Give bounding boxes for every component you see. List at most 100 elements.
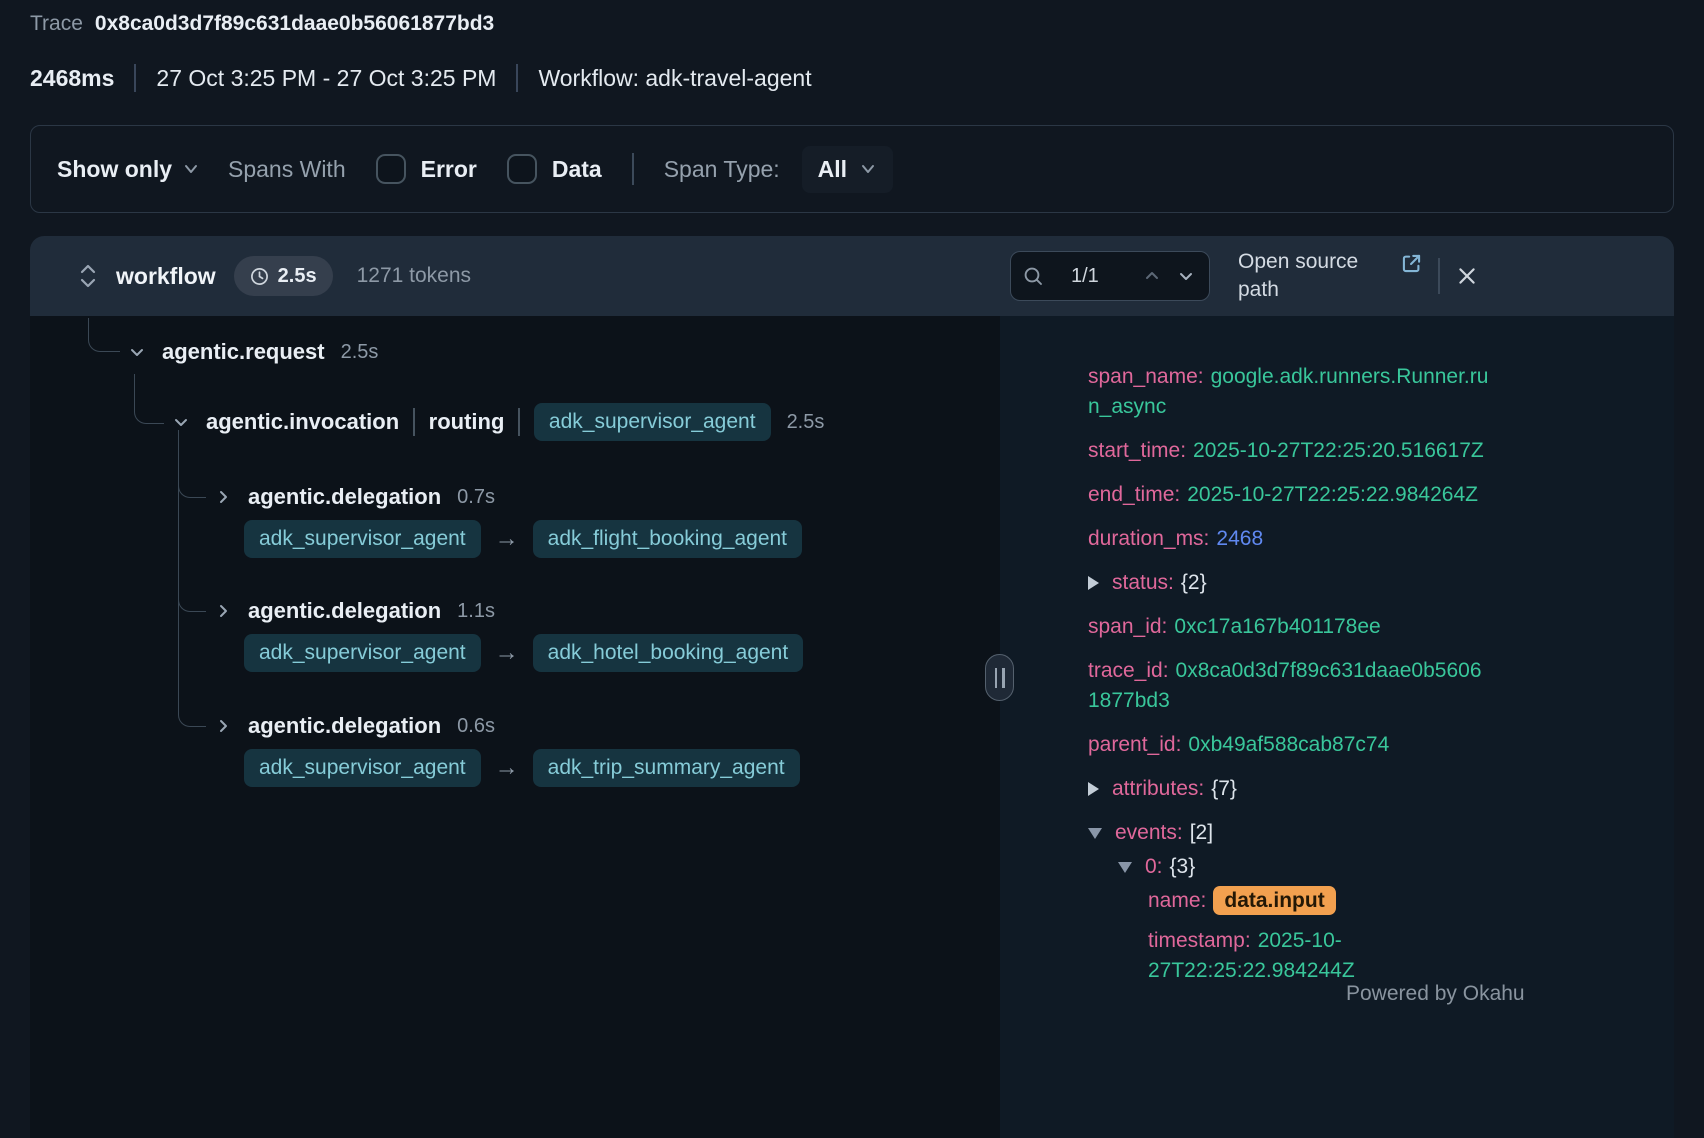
expanded-triangle-icon[interactable] [1088,828,1102,839]
token-count: 1271 tokens [357,264,471,288]
tree-connector [134,374,164,424]
span-name: agentic.invocation [206,409,399,435]
span-name: agentic.delegation [248,598,441,624]
divider [518,408,520,436]
close-panel-button[interactable] [1456,265,1478,287]
collapsed-triangle-icon[interactable] [1088,576,1099,590]
span-type-select[interactable]: All [802,146,893,193]
caret-right-icon[interactable] [212,600,234,622]
clock-icon [250,267,269,286]
detail-field-parent-id: parent_id: 0xb49af588cab87c74 [1088,730,1490,760]
search-prev-button[interactable] [1141,265,1163,287]
error-checkbox[interactable]: Error [376,154,477,184]
sort-icon[interactable] [78,262,98,290]
show-only-label: Show only [57,156,172,183]
filter-bar: Show only Spans With Error Data Span Typ… [30,125,1674,213]
field-value: 2025-10-27T22:25:20.516617Z [1193,439,1484,462]
trace-meta: 2468ms 27 Oct 3:25 PM - 27 Oct 3:25 PM W… [30,64,812,92]
span-row-agentic-delegation-2[interactable]: agentic.delegation 1.1s [212,590,495,632]
collapsed-triangle-icon[interactable] [1088,782,1099,796]
detail-field-start-time: start_time:2025-10-27T22:25:20.516617Z [1088,436,1490,466]
data-checkbox[interactable]: Data [507,154,602,184]
field-key: parent_id: [1088,733,1181,756]
field-value: 2025-10-27T22:25:22.984264Z [1187,483,1478,506]
trace-label: Trace [30,12,83,36]
detail-field-span-id: span_id: 0xc17a167b401178ee [1088,612,1490,642]
span-row-agentic-delegation-3[interactable]: agentic.delegation 0.6s [212,705,495,747]
detail-field-duration-ms: duration_ms:2468 [1088,524,1490,554]
agent-chip: adk_supervisor_agent [534,403,771,441]
detail-field-events: events: [2] 0:{3} name: data.input timesta… [1088,818,1490,986]
detail-field-span-name: span_name:google.adk.runners.Runner.run_… [1088,362,1490,422]
caret-right-icon[interactable] [212,486,234,508]
span-tree: agentic.request 2.5s agentic.invocation … [30,316,1000,1138]
field-key: duration_ms: [1088,527,1209,550]
delegation-agents-1[interactable]: adk_supervisor_agent → adk_flight_bookin… [244,518,802,560]
field-value: {7} [1211,777,1237,800]
field-key: span_id: [1088,615,1167,638]
span-duration: 0.6s [457,715,495,738]
field-key: end_time: [1088,483,1180,506]
workflow-header: workflow 2.5s 1271 tokens [30,256,1000,296]
arrow-right-icon: → [495,639,519,667]
detail-field-event-timestamp: timestamp:2025-10-27T22:25:22.984244Z [1148,926,1490,986]
field-key: span_name: [1088,365,1204,388]
caret-down-icon[interactable] [170,411,192,433]
detail-field-attributes: attributes: {7} [1088,774,1490,804]
expanded-triangle-icon[interactable] [1118,862,1132,873]
search-next-button[interactable] [1175,265,1197,287]
span-duration: 2.5s [787,411,825,434]
trace-panel-body: agentic.request 2.5s agentic.invocation … [30,316,1674,1138]
checkbox-box[interactable] [376,154,406,184]
open-source-path-link[interactable]: Open source path [1238,248,1434,305]
event-0-header: 0:{3} [1118,852,1490,882]
field-key: 0: [1145,855,1163,878]
delegation-agents-3[interactable]: adk_supervisor_agent → adk_trip_summary_… [244,747,800,789]
field-value: [2] [1190,821,1213,844]
span-row-agentic-invocation[interactable]: agentic.invocation routing adk_superviso… [170,401,824,443]
show-only-dropdown[interactable]: Show only [57,156,200,183]
span-name: agentic.request [162,339,325,365]
span-name: agentic.delegation [248,713,441,739]
data-checkbox-label: Data [552,156,602,183]
search-match-count: 1/1 [1071,265,1129,288]
delegation-agents-2[interactable]: adk_supervisor_agent → adk_hotel_booking… [244,632,803,674]
field-key: status: [1112,571,1174,594]
search-input[interactable]: 1/1 [1010,251,1210,301]
workflow-duration-pill: 2.5s [234,256,333,296]
checkbox-box[interactable] [507,154,537,184]
tree-connector [88,318,120,352]
field-key: events: [1115,821,1183,844]
span-row-agentic-request[interactable]: agentic.request 2.5s [126,331,378,373]
trace-workflow: Workflow: adk-travel-agent [538,65,811,92]
spans-with-label: Spans With [228,156,346,183]
span-duration: 2.5s [341,341,379,364]
field-value: 0xb49af588cab87c74 [1188,733,1389,756]
agent-chip: adk_trip_summary_agent [533,749,800,787]
detail-field-event-name: name: data.input [1148,886,1490,916]
powered-by-watermark: Powered by Okahu [1346,982,1525,1006]
detail-field-status: status: {2} [1088,568,1490,598]
highlighted-value: data.input [1213,886,1335,915]
field-value: 0xc17a167b401178ee [1174,615,1380,638]
span-row-agentic-delegation-1[interactable]: agentic.delegation 0.7s [212,476,495,518]
pane-resize-handle[interactable] [985,654,1014,701]
divider [516,64,518,92]
caret-right-icon[interactable] [212,715,234,737]
workflow-title: workflow [116,263,216,290]
agent-chip: adk_flight_booking_agent [533,520,802,558]
field-key: attributes: [1112,777,1204,800]
field-value: {2} [1181,571,1207,594]
agent-chip: adk_supervisor_agent [244,634,481,672]
divider [632,153,634,185]
chevron-up-icon [1143,267,1161,285]
divider [1438,258,1440,294]
field-key: name: [1148,889,1206,912]
arrow-right-icon: → [495,754,519,782]
detail-field-end-time: end_time: 2025-10-27T22:25:22.984264Z [1088,480,1490,510]
trace-hash: 0x8ca0d3d7f89c631daae0b56061877bd3 [95,12,494,36]
handle-bar [1002,668,1005,688]
caret-down-icon[interactable] [126,341,148,363]
span-duration: 1.1s [457,600,495,623]
handle-bar [995,668,998,688]
